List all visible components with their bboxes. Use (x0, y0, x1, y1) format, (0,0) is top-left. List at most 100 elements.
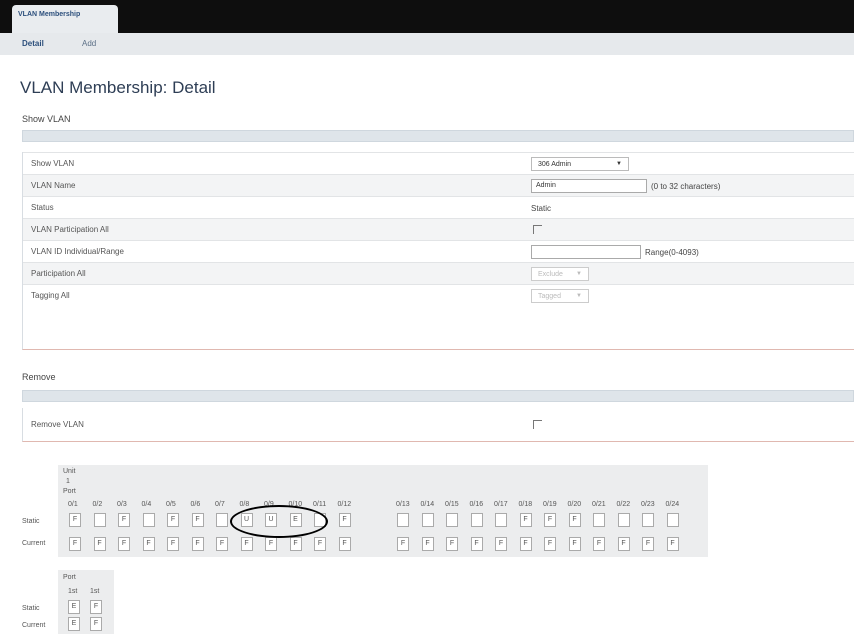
static-port-cell[interactable] (397, 513, 409, 527)
current-port-cell[interactable]: F (289, 537, 302, 551)
form-row: VLAN Participation All (23, 218, 854, 240)
port-name: 0/1 (68, 501, 78, 508)
section-header-band (22, 130, 854, 142)
current-port-cell[interactable]: F (642, 537, 654, 551)
tab-vlan-membership[interactable]: VLAN Membership (12, 5, 118, 33)
current-port-cell[interactable]: F (495, 537, 507, 551)
port-name: 0/17 (494, 501, 508, 508)
vlan-id-range-hint: Range(0-4093) (645, 248, 699, 257)
static-port-cell[interactable] (446, 513, 458, 527)
static-port-cell[interactable] (593, 513, 605, 527)
show-vlan-select[interactable]: 306 Admin ▼ (531, 157, 629, 171)
current-port-cell[interactable]: F (167, 537, 179, 551)
current-port-cell[interactable]: F (118, 537, 130, 551)
show-vlan-section-title: Show VLAN (22, 114, 71, 124)
current-port-cell[interactable]: F (69, 537, 81, 551)
port-name: 0/8 (239, 501, 250, 508)
current-port-cell[interactable]: F (593, 537, 605, 551)
static-port-cell[interactable] (216, 513, 228, 527)
current-port-cell[interactable]: F (421, 537, 434, 551)
participation-all-label: Participation All (31, 269, 86, 278)
current-port-cell[interactable]: F (568, 537, 581, 551)
current-port-cell[interactable]: F (338, 537, 351, 551)
port-name: 0/14 (420, 501, 435, 508)
tab-add[interactable]: Add (82, 39, 96, 48)
static-port-cell[interactable]: F (167, 513, 179, 527)
current-port-cell[interactable]: F (544, 537, 556, 551)
port-name: 0/13 (396, 501, 410, 508)
current-port-cell[interactable]: F (265, 537, 277, 551)
static-port-cell[interactable]: F (568, 513, 581, 527)
form-row: Remove VLAN (23, 408, 854, 441)
show-vlan-label: Show VLAN (31, 159, 75, 168)
static-port-cell[interactable]: F (338, 513, 351, 527)
unit-value: 1 (66, 478, 70, 485)
static-port-cell[interactable] (495, 513, 507, 527)
current-port-cell[interactable]: F (191, 537, 204, 551)
port-label: Port (63, 488, 76, 495)
page-title: VLAN Membership: Detail (20, 78, 216, 97)
remove-vlan-label: Remove VLAN (31, 420, 84, 429)
chevron-down-icon: ▼ (616, 161, 622, 167)
static-port-cell[interactable] (617, 513, 630, 527)
static-port-cell[interactable] (642, 513, 654, 527)
lag-port-label: Port (63, 574, 76, 581)
current-port-cell[interactable]: F (142, 537, 155, 551)
static-port-cell[interactable]: F (118, 513, 130, 527)
vlan-id-range-input[interactable] (531, 245, 641, 259)
static-port-cell[interactable] (93, 513, 106, 527)
current-port-cell[interactable]: F (666, 537, 679, 551)
highlight-ellipse (230, 505, 328, 538)
current-port-cell[interactable]: F (470, 537, 483, 551)
vlan-name-input[interactable]: Admin (531, 179, 647, 193)
lag-current-cell[interactable]: F (90, 617, 102, 631)
lag-name: 1st (90, 588, 100, 595)
form-row: Participation All Exclude ▼ (23, 262, 854, 284)
lag-static-cell[interactable]: E (68, 600, 80, 614)
form-row: Tagging All Tagged ▼ (23, 284, 854, 306)
lag-current-cell[interactable]: E (68, 617, 80, 631)
chevron-down-icon: ▼ (576, 271, 582, 277)
current-port-cell[interactable]: F (446, 537, 458, 551)
vlan-name-label: VLAN Name (31, 181, 76, 190)
top-bar: VLAN Membership (0, 0, 854, 33)
port-name: 0/5 (166, 501, 176, 508)
static-port-cell[interactable] (142, 513, 155, 527)
vlan-participation-all-checkbox[interactable] (533, 225, 542, 234)
form-row: VLAN Name Admin (0 to 32 characters) (23, 174, 854, 196)
static-port-cell[interactable] (421, 513, 434, 527)
current-port-cell[interactable]: F (397, 537, 409, 551)
port-name: 0/12 (337, 501, 352, 508)
current-label: Current (22, 622, 46, 629)
static-port-cell[interactable]: F (69, 513, 81, 527)
remove-section-title: Remove (22, 372, 56, 382)
unit-label: Unit (63, 468, 76, 475)
current-port-cell[interactable]: F (314, 537, 326, 551)
current-port-cell[interactable]: F (216, 537, 228, 551)
static-port-cell[interactable]: F (191, 513, 204, 527)
port-name: 0/19 (543, 501, 557, 508)
tab-detail[interactable]: Detail (22, 39, 44, 48)
current-port-cell[interactable]: F (617, 537, 630, 551)
static-port-cell[interactable] (470, 513, 483, 527)
participation-all-select[interactable]: Exclude ▼ (531, 267, 589, 281)
vlan-name-hint: (0 to 32 characters) (651, 182, 721, 191)
show-vlan-form: Show VLAN 306 Admin ▼ VLAN Name Admin (0 … (22, 152, 854, 350)
lag-name: 1st (68, 588, 78, 595)
remove-vlan-checkbox[interactable] (533, 420, 542, 429)
current-port-cell[interactable]: F (519, 537, 532, 551)
port-name: 0/21 (592, 501, 606, 508)
tagging-all-select[interactable]: Tagged ▼ (531, 289, 589, 303)
static-port-cell[interactable] (666, 513, 679, 527)
lag-static-cell[interactable]: F (90, 600, 102, 614)
port-membership-panel (58, 465, 708, 557)
current-port-cell[interactable]: F (240, 537, 253, 551)
static-port-cell[interactable]: F (544, 513, 556, 527)
current-port-cell[interactable]: F (93, 537, 106, 551)
static-label: Static (22, 518, 40, 525)
participation-all-value: Exclude (538, 271, 563, 278)
form-row: Status Static (23, 196, 854, 218)
static-port-cell[interactable]: F (519, 513, 532, 527)
port-name: 0/18 (518, 501, 533, 508)
port-name: 0/22 (616, 501, 631, 508)
